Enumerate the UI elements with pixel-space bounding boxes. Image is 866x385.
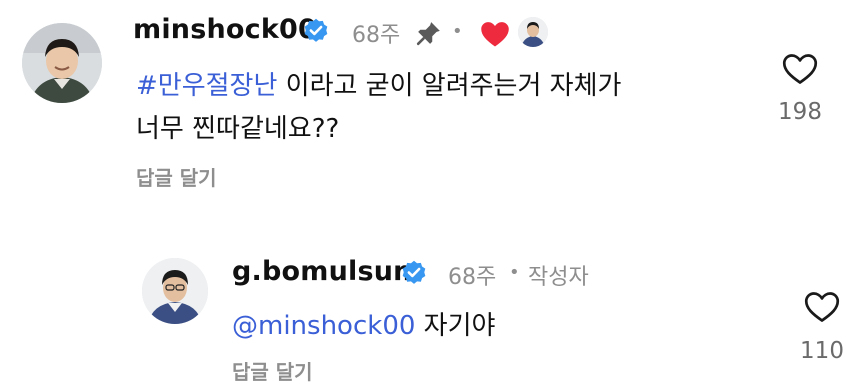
reply-username[interactable]: g.bomulsum [232,256,422,287]
like-count: 198 [778,99,822,125]
user-photo-icon [142,258,208,324]
verified-badge-icon [400,259,428,291]
avatar[interactable] [22,23,102,103]
reply-text: @minshock00 자기야 [232,303,495,349]
user-photo-icon [22,23,102,103]
creator-avatar-icon [518,17,548,47]
comment-username[interactable]: minshock00 [133,14,317,45]
comment-text: 이라고 굳이 알려주는거 자체가 [277,71,622,101]
like-button[interactable] [782,52,818,90]
comment-text-line1: #만우절장난 이라고 굳이 알려주는거 자체가 [136,63,621,109]
reply-button[interactable]: 답글 달기 [136,162,217,191]
comment-text-line2: 너무 찐따같네요?? [136,114,340,144]
like-button[interactable] [804,290,840,328]
heart-filled-icon [480,20,510,52]
comment-time: 68주 [352,23,401,48]
like-count: 110 [800,338,844,364]
mention-link[interactable]: @minshock00 [232,311,415,341]
verified-badge-icon [302,17,330,49]
reply-text-content: 자기야 [415,311,496,341]
separator-dot: • [509,262,520,283]
author-badge: 작성자 [528,265,589,290]
heart-outline-icon [804,292,840,322]
hashtag-link[interactable]: #만우절장난 [136,71,277,101]
reply-avatar[interactable] [142,258,208,324]
heart-outline-icon [782,54,818,84]
pin-icon [416,20,442,50]
separator-dot: • [452,21,463,42]
reply-time: 68주 [448,265,497,290]
